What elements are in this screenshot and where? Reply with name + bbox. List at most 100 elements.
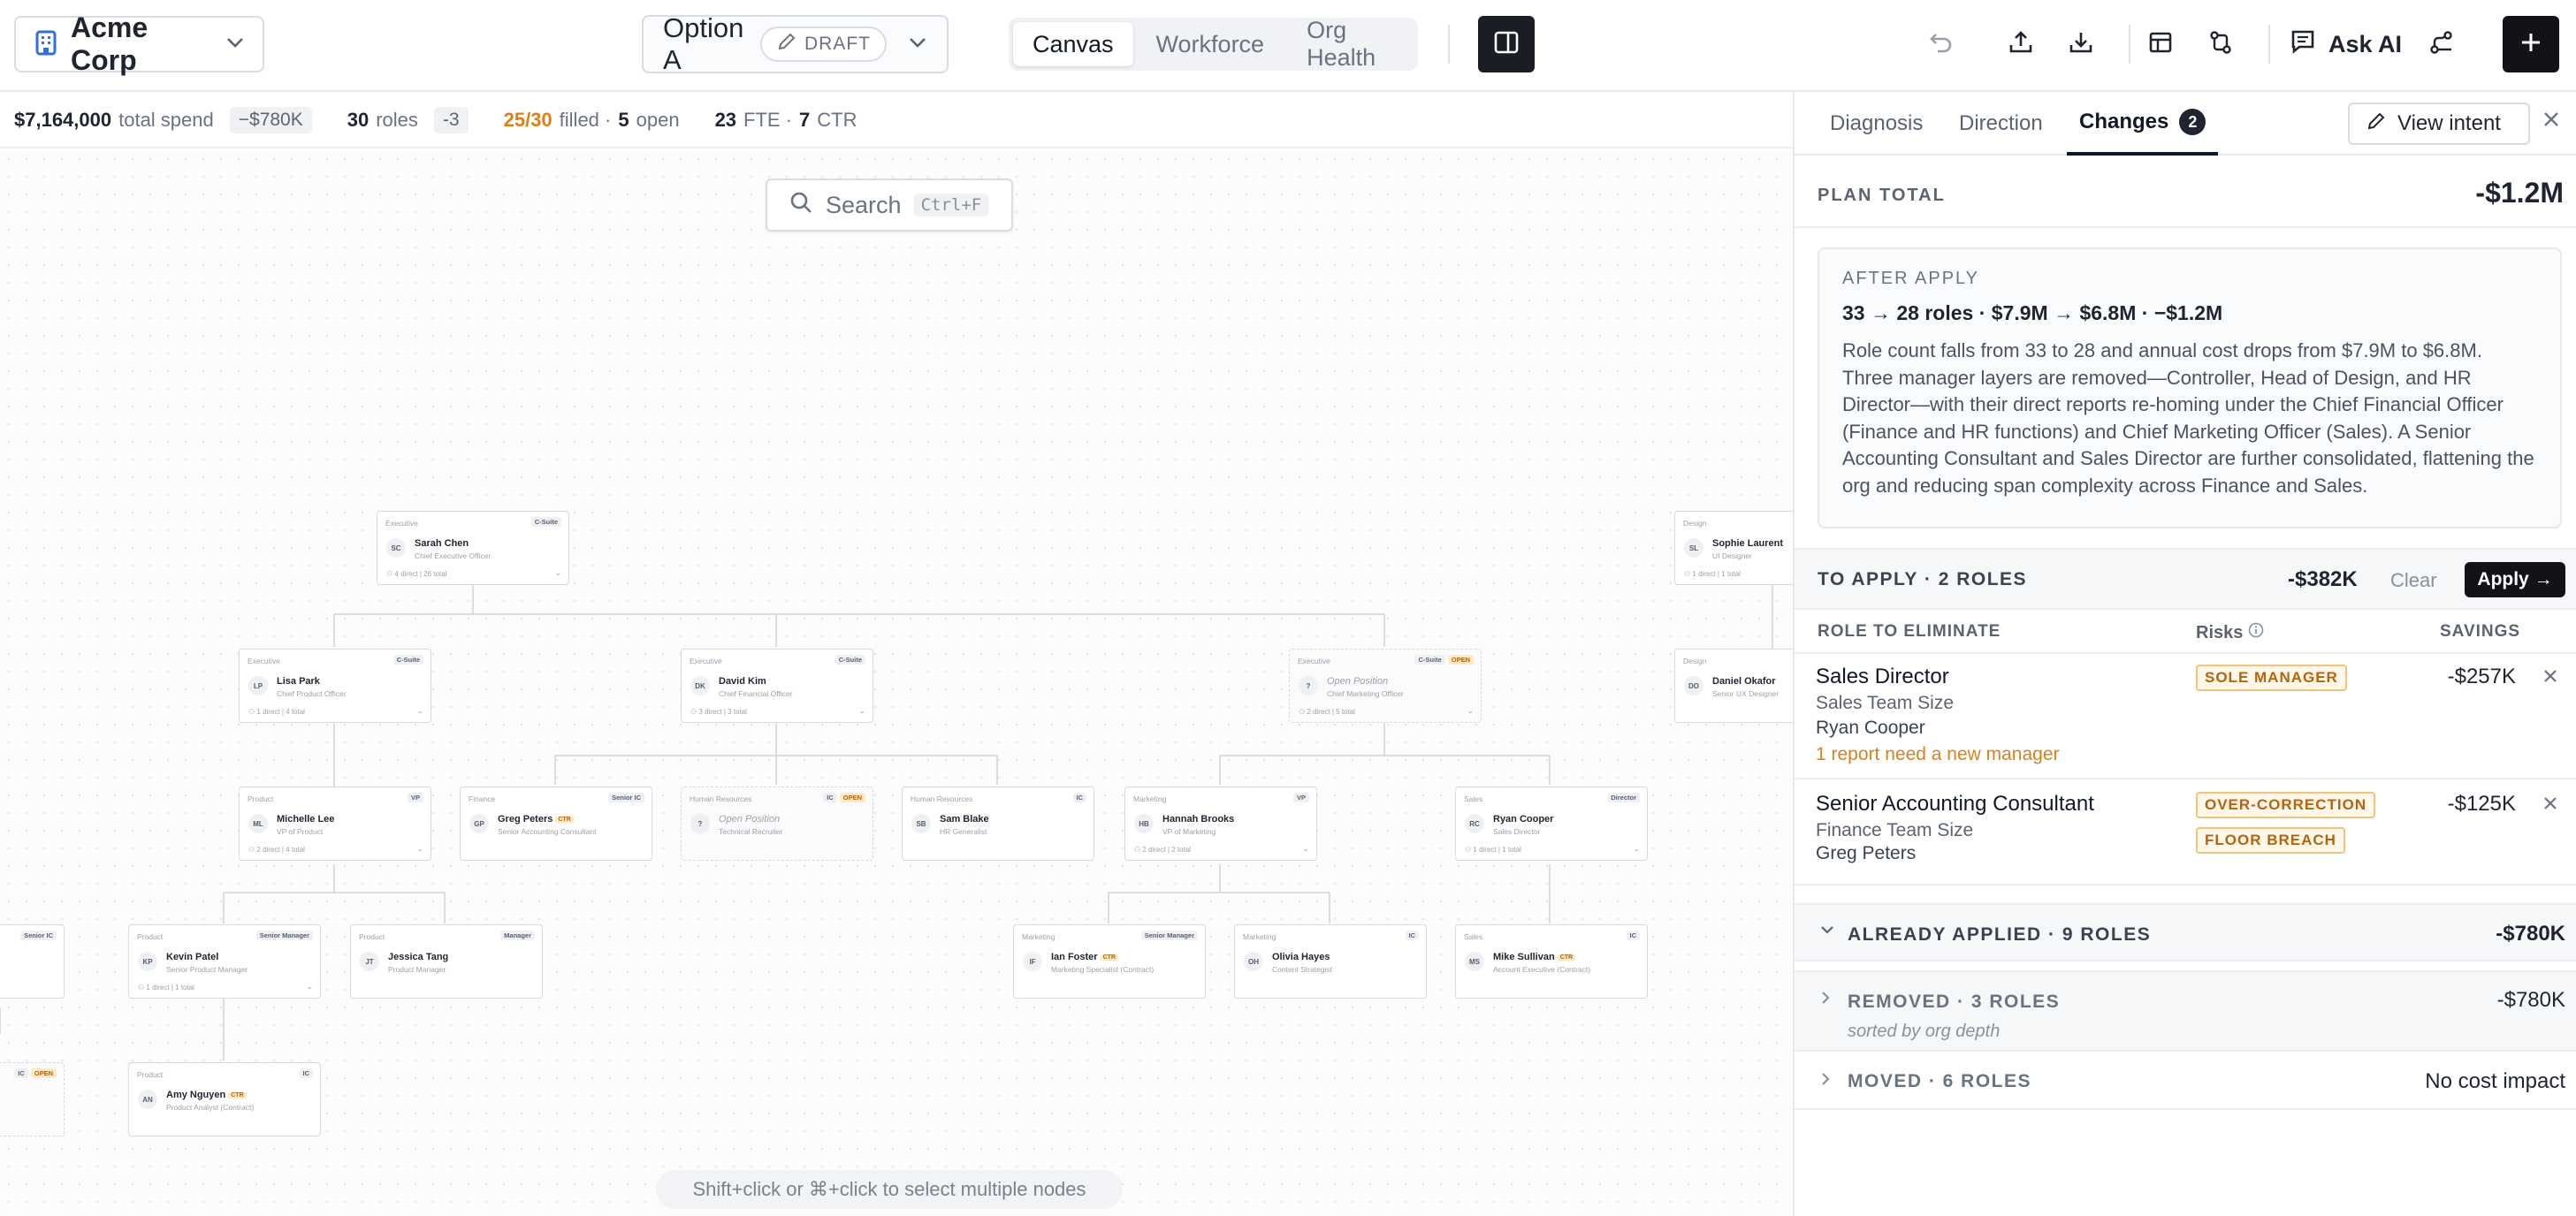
- node-reports-text: 2 direct | 5 total: [1307, 708, 1355, 716]
- org-node[interactable]: Finance Senior IC GP Greg Peters CTR Senior A…: [460, 787, 652, 861]
- node-name-text: Hannah Brooks: [1162, 814, 1235, 825]
- changes-table-header: ROLE TO ELIMINATE Risks SAVINGS: [1795, 610, 2576, 654]
- org-node[interactable]: Human Resources IC SB Sam Blake HR Generalis…: [902, 787, 1094, 861]
- org-switcher[interactable]: Acme Corp: [14, 11, 264, 76]
- apply-button[interactable]: Apply →: [2465, 562, 2565, 597]
- close-icon: [2542, 797, 2558, 815]
- avatar: OH: [1244, 952, 1263, 971]
- tab-org-health[interactable]: Org Health: [1287, 17, 1414, 71]
- ctr-label: CTR: [817, 109, 857, 131]
- node-person-name: Jessica Tang: [388, 952, 448, 962]
- node-tag: Senior Manager: [255, 931, 313, 940]
- export-button[interactable]: [1998, 21, 2044, 67]
- removed-label: REMOVED · 3 ROLES: [1848, 992, 2061, 1012]
- undo-button[interactable]: [1918, 21, 1964, 67]
- node-department: Sales: [1464, 932, 1483, 941]
- node-tag: VP: [1292, 793, 1309, 802]
- org-node[interactable]: Design DO Daniel Okafor Senior UX Designer: [1674, 649, 1793, 723]
- org-node[interactable]: Marketing IC OH Olivia Hayes Content Strateg…: [1234, 924, 1427, 999]
- remove-row-button[interactable]: [2542, 795, 2558, 816]
- org-name: Acme Corp: [71, 11, 149, 76]
- expand-chevron-icon[interactable]: ⌄: [416, 706, 423, 716]
- node-title: VP of Product: [277, 827, 324, 836]
- org-node[interactable]: ICOPENionewer: [0, 1062, 65, 1136]
- removed-section[interactable]: REMOVED · 3 ROLES sorted by org depth -$…: [1795, 970, 2576, 1052]
- upload-icon: [2008, 29, 2034, 60]
- node-tag: C-Suite: [1414, 655, 1445, 665]
- org-node[interactable]: Marketing VP HB Hannah Brooks VP of Marketin…: [1124, 787, 1317, 861]
- avatar: LP: [248, 676, 268, 695]
- draft-status-pill[interactable]: DRAFT: [760, 27, 887, 62]
- node-name-text: Ian Foster: [1051, 952, 1098, 962]
- node-tag: IC: [1072, 793, 1086, 802]
- plan-total-label: PLAN TOTAL: [1818, 186, 1946, 205]
- clear-button[interactable]: Clear: [2390, 569, 2437, 592]
- draft-label: DRAFT: [804, 34, 871, 54]
- org-node[interactable]: Sales IC MS Mike Sullivan CTR Account Executi…: [1455, 924, 1648, 999]
- org-node[interactable]: Design SL Sophie Laurent UI Designer ⚇ 1 dir…: [1674, 511, 1793, 585]
- node-title: Content Strategist: [1272, 965, 1333, 974]
- roles-value: 30: [347, 109, 370, 131]
- node-reports: ⚇ 1 direct | 1 total: [1684, 570, 1741, 578]
- expand-chevron-icon[interactable]: ⌄: [1302, 844, 1309, 854]
- expand-chevron-icon[interactable]: ⌄: [554, 568, 561, 578]
- expand-chevron-icon[interactable]: ⌄: [306, 982, 313, 992]
- org-node[interactable]: Sales Director RC Ryan Cooper Sales Director…: [1455, 787, 1648, 861]
- tab-direction[interactable]: Direction: [1959, 92, 2043, 156]
- tab-diagnosis[interactable]: Diagnosis: [1830, 92, 1923, 156]
- org-node[interactable]: Marketing Senior Manager IF Ian Foster CTR Ma…: [1013, 924, 1206, 999]
- change-row[interactable]: Sales Director Sales Team Size Ryan Coop…: [1795, 654, 2576, 779]
- canvas-search-input[interactable]: Search Ctrl+F: [766, 179, 1013, 232]
- download-button[interactable]: [2058, 21, 2104, 67]
- change-row[interactable]: Senior Accounting Consultant Finance Tea…: [1795, 779, 2576, 885]
- ask-ai-button[interactable]: Ask AI: [2290, 21, 2402, 67]
- people-icon: ⚇: [138, 984, 147, 992]
- chat-icon: [2290, 28, 2316, 61]
- org-node[interactable]: Product IC AN Amy Nguyen CTR Product Analyst …: [128, 1062, 321, 1136]
- org-node[interactable]: Senior ICnezCTRultant: [0, 924, 65, 999]
- tab-workforce[interactable]: Workforce: [1137, 22, 1284, 66]
- ctr-badge: CTR: [1100, 954, 1118, 961]
- tab-changes[interactable]: Changes 2: [2067, 92, 2219, 156]
- team-size-label: Sales Team Size: [1816, 693, 1955, 713]
- node-tags: C-Suite: [835, 655, 865, 665]
- already-applied-section[interactable]: ALREADY APPLIED · 9 ROLES -$780K: [1795, 903, 2576, 961]
- close-panel-button[interactable]: [2542, 110, 2560, 134]
- org-node[interactable]: Product Senior Manager KP Kevin Patel Senior…: [128, 924, 321, 999]
- moved-amount: No cost impact: [2425, 1069, 2565, 1093]
- total-spend-stat: $7,164,000 total spend −$780K: [14, 107, 312, 133]
- org-node[interactable]: Executive C-Suite OPEN? Open Position Chief …: [1289, 649, 1482, 723]
- view-intent-button[interactable]: View intent: [2348, 103, 2530, 145]
- scenario-selector[interactable]: Option A DRAFT: [642, 12, 949, 75]
- col-risks-label: Risks: [2196, 622, 2244, 642]
- org-node[interactable]: Product Manager JT Jessica Tang Product Mana…: [350, 924, 543, 999]
- node-title: Chief Product Officer: [277, 689, 347, 698]
- org-node[interactable]: Executive C-Suite LP Lisa Park Chief Product…: [239, 649, 431, 723]
- panel-toggle-button[interactable]: [1478, 16, 1535, 72]
- remove-row-button[interactable]: [2542, 668, 2558, 688]
- node-person-name: Kevin Patel: [166, 952, 218, 962]
- expand-chevron-icon[interactable]: ⌄: [416, 844, 423, 854]
- org-node[interactable]: Executive C-Suite DK David Kim Chief Financi…: [681, 649, 873, 723]
- role-name: Sales Director: [1816, 665, 1949, 688]
- org-chart-canvas[interactable]: Search Ctrl+F Executive C-Suite SC Sarah Ch…: [0, 150, 1793, 1216]
- org-node[interactable]: Human Resources IC OPEN? Open Position Techn…: [681, 787, 873, 861]
- tab-canvas[interactable]: Canvas: [1013, 22, 1133, 66]
- node-tag: OPEN: [1447, 655, 1474, 665]
- path-button[interactable]: [2419, 21, 2465, 67]
- node-tag: IC: [1626, 931, 1640, 940]
- expand-chevron-icon[interactable]: ⌄: [858, 706, 865, 716]
- expand-chevron-icon[interactable]: ⌄: [1467, 706, 1474, 716]
- node-reports-text: 3 direct | 3 total: [698, 708, 747, 716]
- table-view-button[interactable]: [2138, 21, 2184, 67]
- compare-button[interactable]: [2198, 21, 2244, 67]
- moved-section[interactable]: MOVED · 6 ROLES No cost impact: [1795, 1052, 2576, 1110]
- org-node[interactable]: Product VP ML Michelle Lee VP of Product ⚇ 2 …: [239, 787, 431, 861]
- node-person-name: Sam Blake: [940, 814, 989, 825]
- expand-chevron-icon[interactable]: ⌄: [1633, 844, 1640, 854]
- org-node[interactable]: Executive C-Suite SC Sarah Chen Chief Execut…: [377, 511, 569, 585]
- node-tags: VP: [407, 793, 423, 802]
- add-button[interactable]: [2503, 16, 2559, 72]
- node-name-text: Sam Blake: [940, 814, 989, 825]
- pencil-icon: [2366, 110, 2387, 138]
